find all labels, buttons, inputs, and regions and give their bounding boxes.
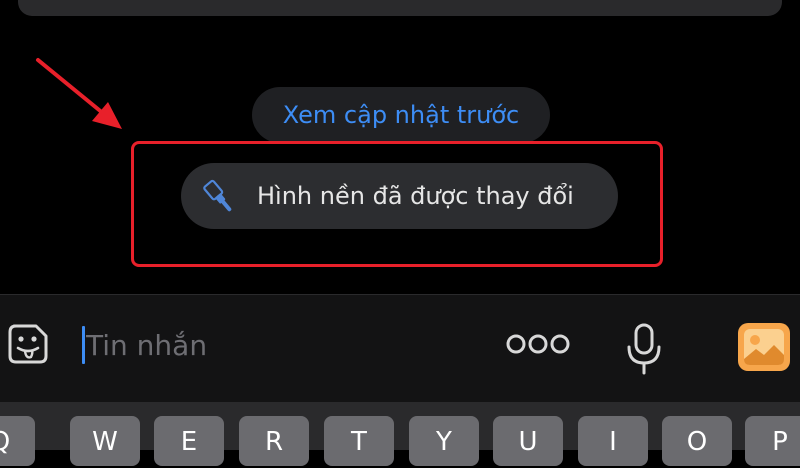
key[interactable]: E	[154, 416, 224, 466]
key[interactable]: I	[578, 416, 648, 466]
sticker-face-icon[interactable]	[6, 322, 50, 366]
image-gallery-icon[interactable]	[736, 321, 792, 373]
previous-message-card	[18, 0, 782, 16]
message-input[interactable]	[86, 321, 486, 369]
keyboard: Q W E R T Y U I O P	[0, 402, 800, 466]
microphone-icon[interactable]	[624, 323, 664, 375]
key[interactable]: Q	[0, 416, 35, 466]
paint-brush-icon	[203, 179, 232, 212]
key[interactable]: W	[70, 416, 140, 466]
message-composer-bar	[0, 294, 800, 402]
more-dots-icon[interactable]	[505, 329, 571, 359]
key[interactable]: U	[493, 416, 563, 466]
key[interactable]: R	[239, 416, 309, 466]
wallpaper-changed-notice: Hình nền đã được thay đổi	[181, 163, 618, 229]
key[interactable]: O	[662, 416, 732, 466]
text-caret	[82, 326, 85, 364]
view-previous-updates-button[interactable]: Xem cập nhật trước	[252, 87, 550, 143]
key[interactable]: P	[745, 416, 800, 466]
key[interactable]: Y	[409, 416, 479, 466]
key[interactable]: T	[324, 416, 394, 466]
wallpaper-changed-text: Hình nền đã được thay đổi	[257, 182, 574, 210]
